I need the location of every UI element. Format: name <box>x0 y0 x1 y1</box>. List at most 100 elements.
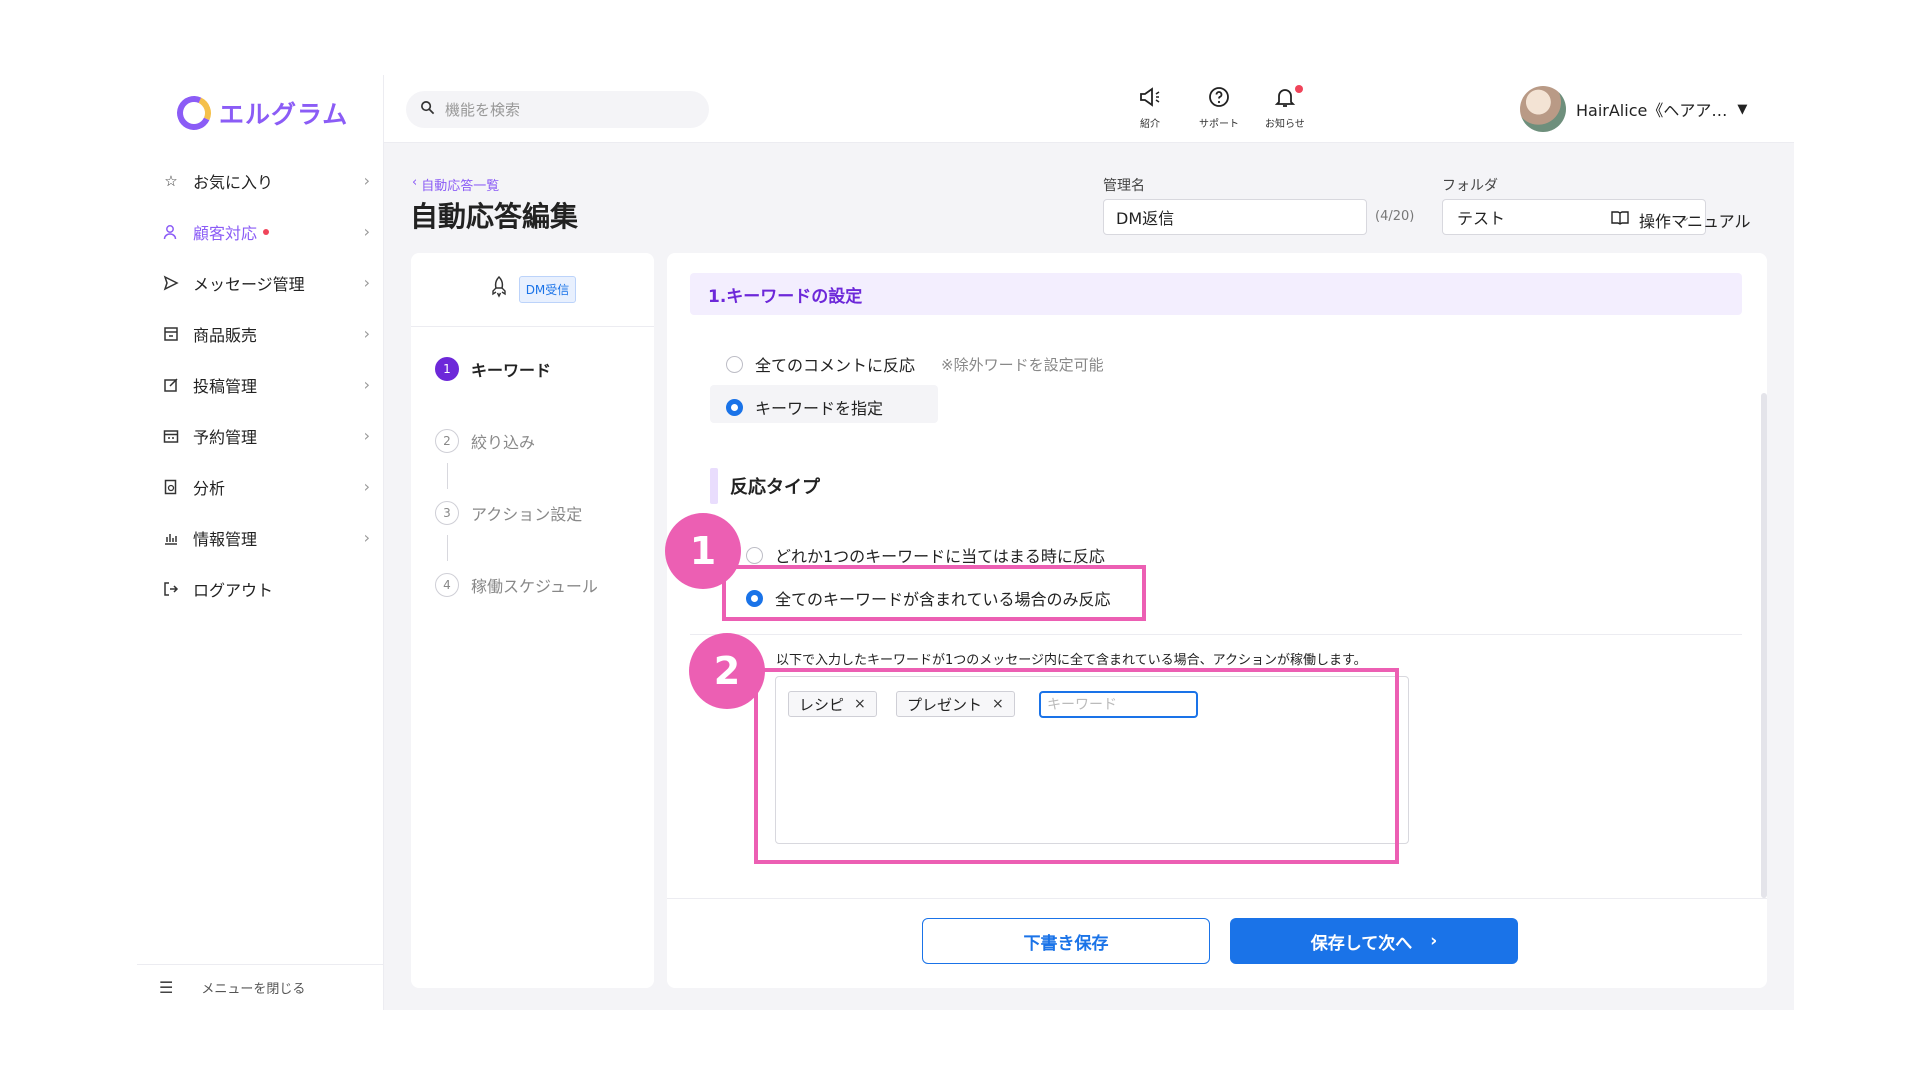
chevron-right-icon: › <box>363 273 370 292</box>
content-area: ‹ 自動応答一覧 自動応答編集 管理名 (4/20) フォルダ テスト ⌄ 操作… <box>384 143 1794 1010</box>
send-icon <box>161 273 181 293</box>
logo-text: エルグラム <box>219 100 349 129</box>
sidebar-item-label: お気に入り <box>193 172 274 192</box>
support-button[interactable]: サポート <box>1199 85 1239 130</box>
step-label: アクション設定 <box>471 505 583 524</box>
sidebar-item-customer[interactable]: 顧客対応 › <box>137 206 384 257</box>
chevron-right-icon: › <box>363 426 370 445</box>
step-label: 稼働スケジュール <box>471 577 598 596</box>
account-menu[interactable]: HairAlice《ヘアア… ▼ <box>1520 86 1747 132</box>
step-schedule[interactable]: 4 稼働スケジュール <box>435 573 598 597</box>
response-type-title: 反応タイプ <box>730 477 820 498</box>
sidebar-item-reservations[interactable]: 予約管理 › <box>137 410 384 461</box>
sidebar-item-label: ログアウト <box>193 580 274 600</box>
step-label: 絞り込み <box>471 433 536 452</box>
trigger-tag: DM受信 <box>518 276 577 303</box>
report-icon <box>161 477 181 497</box>
divider <box>690 634 1742 635</box>
step-action[interactable]: 3 アクション設定 <box>435 501 582 525</box>
search-input[interactable] <box>445 100 685 119</box>
close-icon[interactable]: × <box>854 696 866 712</box>
annotation-number-1: 1 <box>665 513 741 589</box>
sidebar: エルグラム ☆ お気に入り › 顧客対応 › メッセージ管理 › 商品販売 › … <box>137 75 384 1010</box>
notification-dot <box>263 228 270 235</box>
sidebar-item-label: 情報管理 <box>193 529 258 549</box>
intro-button[interactable]: 紹介 <box>1138 85 1162 130</box>
chevron-right-icon: › <box>363 171 370 190</box>
breadcrumb-link[interactable]: 自動応答一覧 <box>421 175 499 194</box>
chevron-right-icon: › <box>363 477 370 496</box>
radio-any-match[interactable]: どれか1つのキーワードに当てはまる時に反応 <box>746 543 1105 567</box>
chevron-left-icon: ‹ <box>412 175 418 190</box>
chevron-right-icon: › <box>363 324 370 343</box>
save-draft-button[interactable]: 下書き保存 <box>922 918 1210 964</box>
radio-label: 全てのキーワードが含まれている場合のみ反応 <box>775 590 1111 609</box>
sidebar-item-label: メッセージ管理 <box>193 274 305 294</box>
radio-specify-keyword[interactable]: キーワードを指定 <box>726 395 883 419</box>
chart-icon <box>161 528 181 548</box>
sidebar-item-analytics[interactable]: 分析 › <box>137 461 384 512</box>
top-header: 紹介 サポート お知らせ HairAlice《ヘアア… ▼ <box>384 75 1794 143</box>
step-keyword[interactable]: 1 キーワード <box>435 357 551 381</box>
rocket-icon <box>489 275 509 303</box>
search-icon <box>420 100 435 119</box>
name-input[interactable] <box>1103 199 1367 235</box>
folder-label: フォルダ <box>1442 178 1498 194</box>
manual-link[interactable]: 操作マニュアル <box>1611 208 1751 232</box>
trigger-header: DM受信 <box>411 253 654 327</box>
keyword-chip: プレゼント × <box>896 691 1015 717</box>
user-name: HairAlice《ヘアア… <box>1576 101 1728 120</box>
save-next-button[interactable]: 保存して次へ › <box>1230 918 1518 964</box>
notification-dot <box>1294 85 1303 93</box>
page-title: 自動応答編集 <box>410 200 579 233</box>
bell-icon <box>1273 85 1303 113</box>
close-menu-button[interactable]: ☰ メニューを閉じる <box>137 964 384 1010</box>
radio-label: キーワードを指定 <box>755 399 884 418</box>
avatar <box>1520 86 1566 132</box>
sidebar-item-posts[interactable]: 投稿管理 › <box>137 359 384 410</box>
name-label: 管理名 <box>1103 178 1145 194</box>
radio-button[interactable] <box>746 589 763 607</box>
caret-down-icon: ▼ <box>1737 101 1748 117</box>
close-icon[interactable]: × <box>992 696 1004 712</box>
sidebar-item-logout[interactable]: ログアウト <box>137 563 384 614</box>
keyword-tag-input[interactable]: レシピ × プレゼント × <box>775 676 1409 844</box>
radio-all-match[interactable]: 全てのキーワードが含まれている場合のみ反応 <box>746 586 1111 610</box>
help-icon <box>1207 85 1231 113</box>
save-next-label: 保存して次へ <box>1310 933 1413 954</box>
folder-value: テスト <box>1457 209 1506 228</box>
notice-label: お知らせ <box>1265 119 1305 130</box>
search-bar[interactable] <box>406 91 709 128</box>
star-icon: ☆ <box>164 171 178 190</box>
steps-panel: DM受信 1 キーワード 2 絞り込み 3 アクション設定 4 稼働スケジュール <box>411 253 654 988</box>
keyword-settings-panel: 1.キーワードの設定 全てのコメントに反応 ※除外ワードを設定可能 キーワードを… <box>667 253 1767 988</box>
radio-note: ※除外ワードを設定可能 <box>941 355 1104 374</box>
radio-button[interactable] <box>726 355 743 373</box>
calendar-icon <box>161 426 181 446</box>
step-number: 3 <box>435 501 459 525</box>
sidebar-item-favorites[interactable]: ☆ お気に入り › <box>137 155 384 206</box>
sidebar-item-sales[interactable]: 商品販売 › <box>137 308 384 359</box>
keyword-input[interactable] <box>1039 691 1198 718</box>
person-icon <box>161 222 181 242</box>
radio-button[interactable] <box>746 546 763 564</box>
step-number: 1 <box>435 357 459 381</box>
step-number: 2 <box>435 429 459 453</box>
breadcrumb[interactable]: ‹ 自動応答一覧 <box>412 175 499 194</box>
sidebar-nav: ☆ お気に入り › 顧客対応 › メッセージ管理 › 商品販売 › 投稿管理 ›… <box>137 155 384 614</box>
sidebar-item-messages[interactable]: メッセージ管理 › <box>137 257 384 308</box>
radio-button[interactable] <box>726 398 743 416</box>
logo[interactable]: エルグラム <box>172 91 349 135</box>
chevron-right-icon: › <box>1430 931 1438 951</box>
store-icon <box>161 324 181 344</box>
menu-collapse-icon: ☰ <box>159 978 174 997</box>
notice-button[interactable]: お知らせ <box>1265 85 1305 130</box>
chevron-right-icon: › <box>363 222 370 241</box>
radio-all-comments[interactable]: 全てのコメントに反応 ※除外ワードを設定可能 <box>726 352 1104 376</box>
step-filter[interactable]: 2 絞り込み <box>435 429 535 453</box>
close-menu-label: メニューを閉じる <box>201 982 306 997</box>
step-connector <box>447 463 448 489</box>
step-label: キーワード <box>471 361 552 380</box>
scrollbar[interactable] <box>1761 393 1767 898</box>
sidebar-item-info[interactable]: 情報管理 › <box>137 512 384 563</box>
